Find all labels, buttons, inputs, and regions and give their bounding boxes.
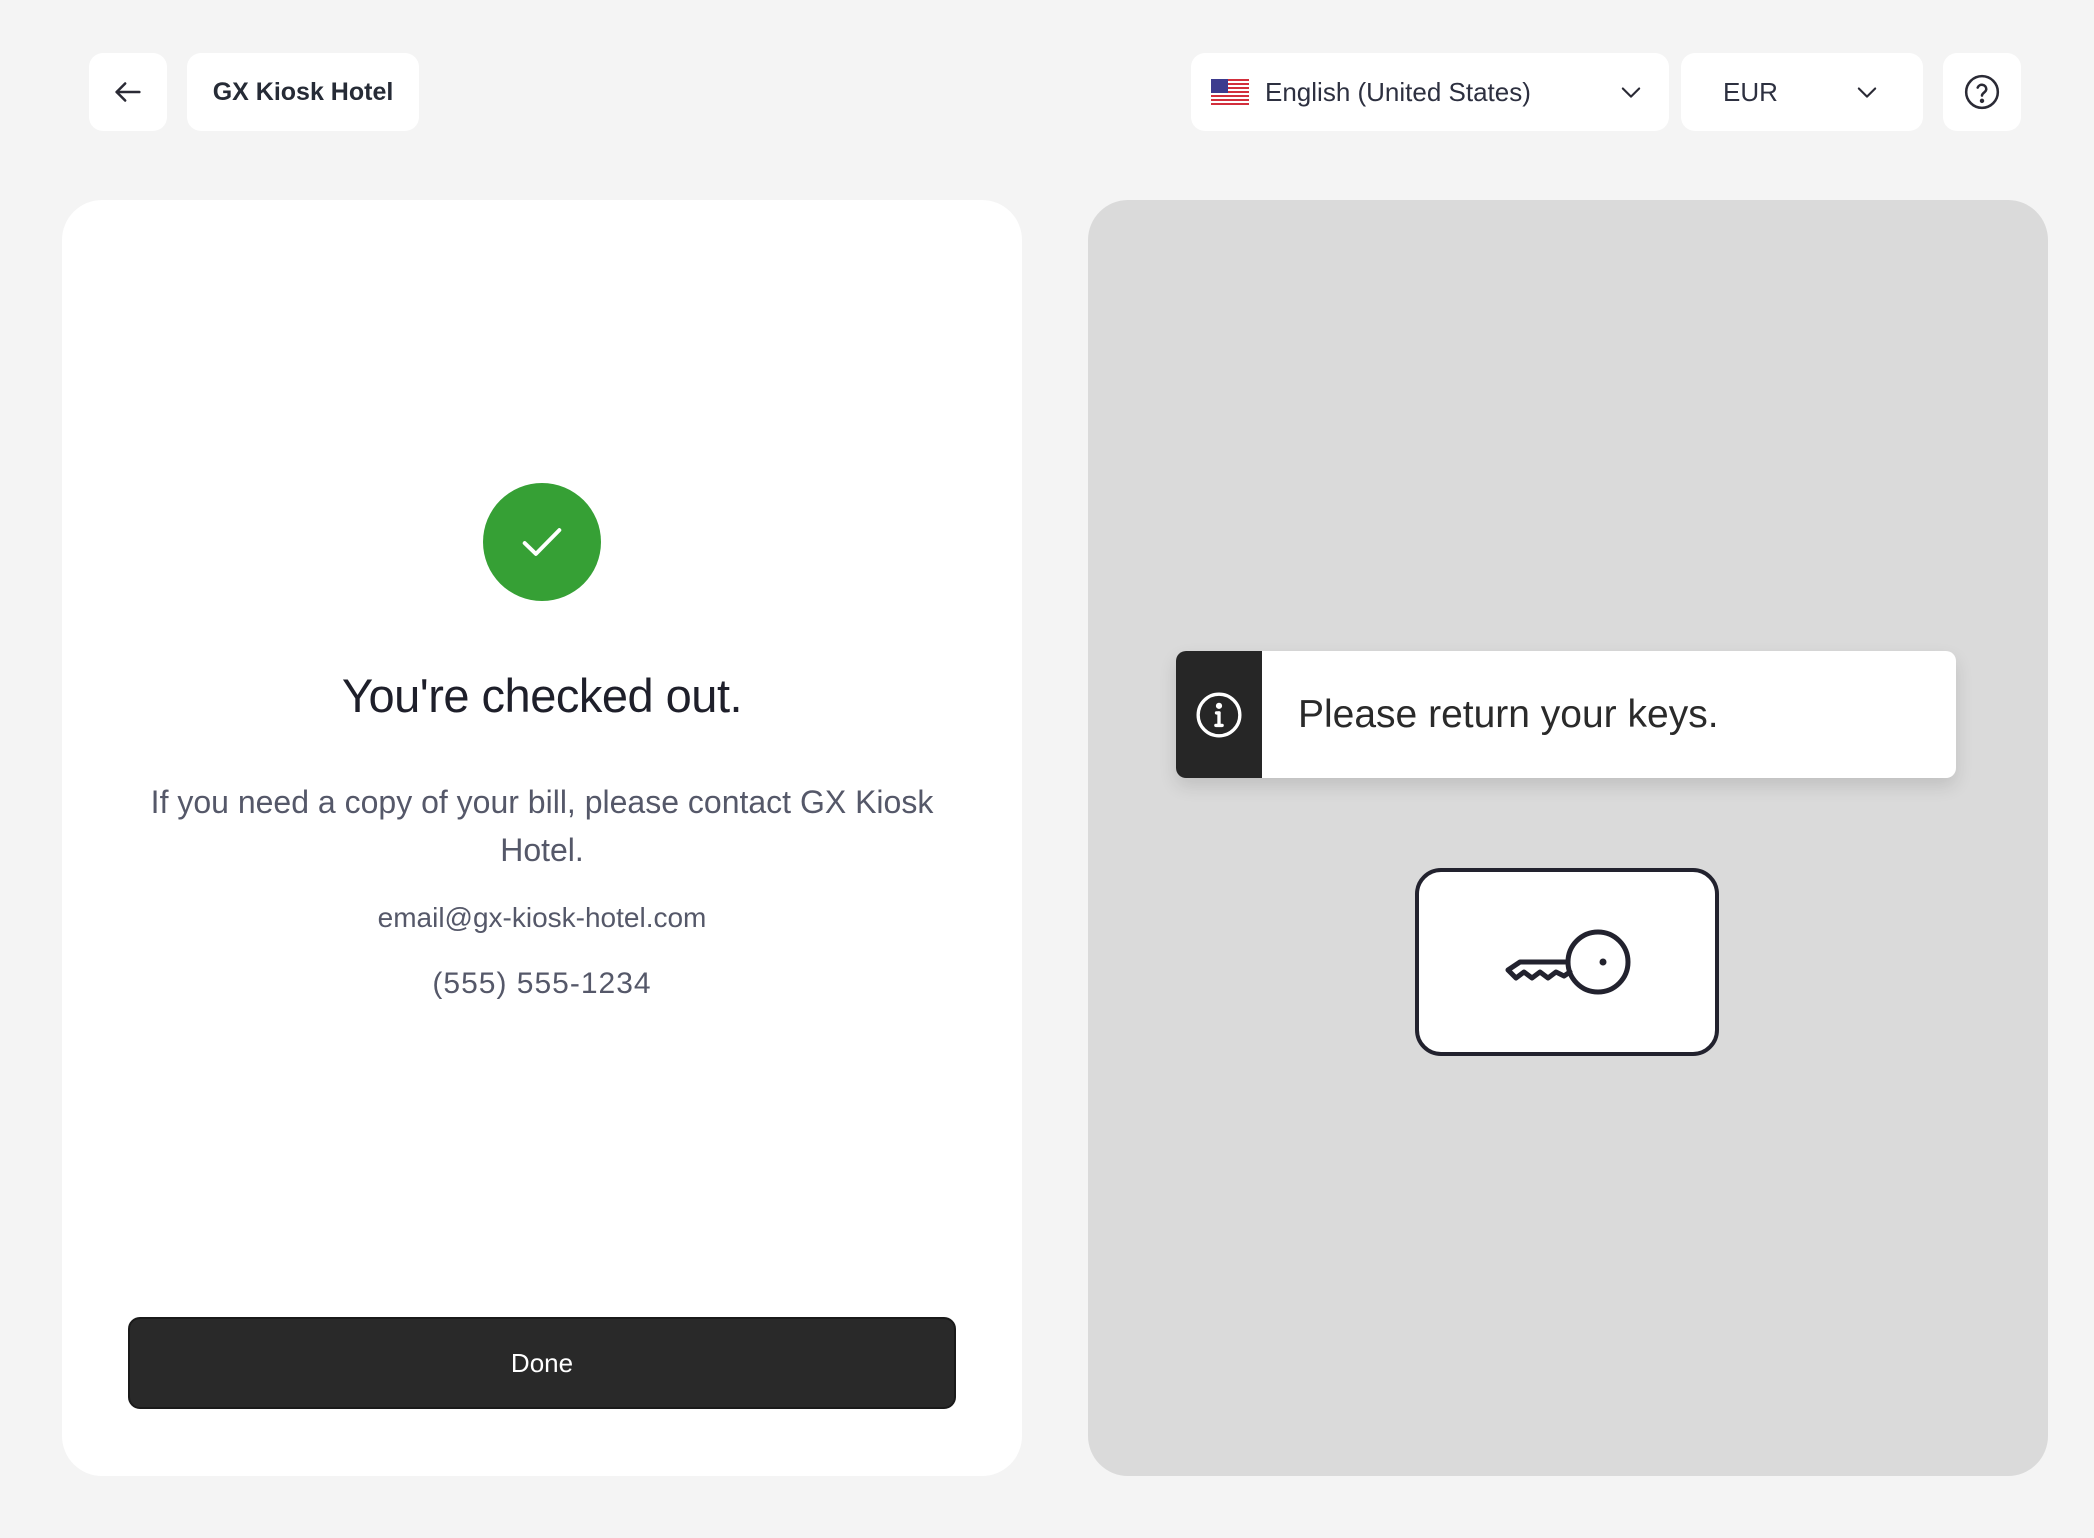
- checkout-complete-page: GX Kiosk Hotel English (United States) E…: [0, 0, 2094, 1538]
- notice-text: Please return your keys.: [1298, 692, 1719, 736]
- chevron-down-icon: [1857, 87, 1877, 98]
- currency-select[interactable]: EUR: [1681, 53, 1923, 131]
- us-flag-icon: [1211, 79, 1249, 105]
- currency-select-value: EUR: [1723, 76, 1778, 107]
- hotel-phone: (555) 555-1234: [432, 967, 652, 1000]
- success-badge: [483, 483, 601, 601]
- back-button[interactable]: [89, 53, 167, 131]
- key-card-illustration: [1415, 868, 1719, 1056]
- done-button[interactable]: Done: [128, 1317, 956, 1409]
- return-keys-notice: Please return your keys.: [1176, 651, 1956, 778]
- language-select[interactable]: English (United States): [1191, 53, 1669, 131]
- page-title: You're checked out.: [341, 669, 743, 722]
- question-circle-icon: [1964, 74, 2000, 110]
- check-icon: [522, 528, 562, 556]
- return-keys-panel: Please return your keys.: [1088, 200, 2048, 1476]
- hotel-email: email@gx-kiosk-hotel.com: [377, 902, 707, 933]
- hotel-name: GX Kiosk Hotel: [187, 53, 419, 131]
- checkout-confirmation-card: You're checked out. If you need a copy o…: [62, 200, 1022, 1476]
- info-circle-icon: [1196, 692, 1242, 737]
- arrow-left-icon: [115, 82, 141, 102]
- language-select-value: English (United States): [1265, 76, 1531, 107]
- notice-icon-strip: [1176, 651, 1262, 778]
- help-button[interactable]: [1943, 53, 2021, 131]
- bill-contact-message: If you need a copy of your bill, please …: [150, 784, 934, 868]
- key-icon: [1505, 929, 1631, 995]
- chevron-down-icon: [1621, 87, 1641, 98]
